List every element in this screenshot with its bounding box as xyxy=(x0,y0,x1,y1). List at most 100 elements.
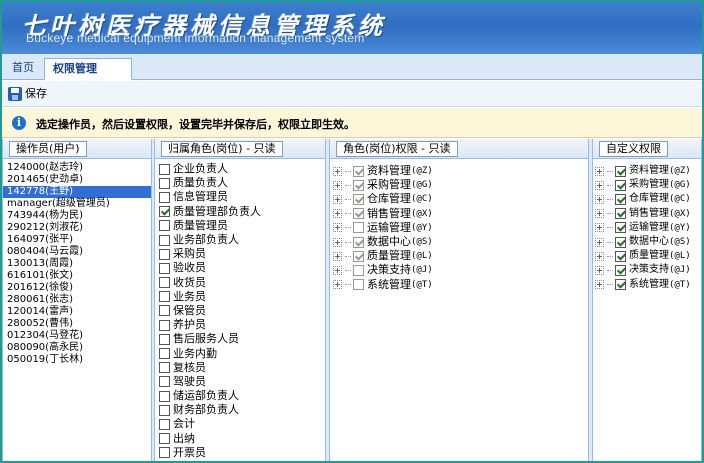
role-permission-node: 质量管理 (@L) xyxy=(330,249,588,263)
role-label: 质量负责人 xyxy=(173,176,228,190)
checked-checkbox-icon[interactable] xyxy=(615,193,626,205)
checked-checkbox-icon xyxy=(353,236,364,248)
operator-item[interactable]: 280061(张志) xyxy=(3,294,151,306)
expand-plus-icon[interactable] xyxy=(595,280,604,290)
tree-connector xyxy=(607,198,613,200)
tree-connector xyxy=(345,241,351,243)
expand-plus-icon[interactable] xyxy=(333,223,342,233)
operators-panel-header: 操作员(用户) xyxy=(3,139,151,159)
expand-plus-icon[interactable] xyxy=(595,166,604,176)
role-item: 售后服务人员 xyxy=(155,332,325,346)
checkbox-icon xyxy=(159,418,170,430)
expand-plus-icon[interactable] xyxy=(595,209,604,219)
tree-connector xyxy=(607,269,613,271)
operator-item[interactable]: 743944(杨为民) xyxy=(3,210,151,222)
role-item: 养护员 xyxy=(155,318,325,332)
role-label: 信息管理员 xyxy=(173,190,228,204)
expand-plus-icon[interactable] xyxy=(595,237,604,247)
role-label: 开票员 xyxy=(173,445,206,459)
expand-plus-icon[interactable] xyxy=(333,194,342,204)
custom-permission-node[interactable]: 数据中心 (@S) xyxy=(593,235,701,249)
custom-permission-node[interactable]: 质量管理 (@L) xyxy=(593,249,701,263)
checked-checkbox-icon[interactable] xyxy=(615,250,626,262)
expand-plus-icon[interactable] xyxy=(333,265,342,275)
custom-permissions-tree-container: 资料管理 (@Z) 采购管理 (@G) 仓库管理 (@C) 销售管理 (@X) 运输管理 (@Y)… xyxy=(593,160,701,461)
checked-checkbox-icon[interactable] xyxy=(615,279,626,291)
operator-item[interactable]: 050019(丁长林) xyxy=(3,354,151,366)
operator-item[interactable]: 290212(刘淑花) xyxy=(3,222,151,234)
expand-plus-icon[interactable] xyxy=(595,180,604,190)
permission-code: (@T) xyxy=(411,279,433,290)
expand-plus-icon[interactable] xyxy=(595,194,604,204)
permission-code: (@L) xyxy=(411,251,433,262)
permission-label: 质量管理 xyxy=(367,249,411,263)
expand-plus-icon[interactable] xyxy=(333,237,342,247)
role-permission-node: 采购管理 (@G) xyxy=(330,178,588,192)
operator-item[interactable]: 201612(徐俊) xyxy=(3,282,151,294)
tab-permission-management[interactable]: 权限管理 xyxy=(44,58,132,80)
operator-item[interactable]: 080404(马云霞) xyxy=(3,246,151,258)
custom-permission-node[interactable]: 仓库管理 (@C) xyxy=(593,192,701,206)
operator-item[interactable]: 080090(高永民) xyxy=(3,342,151,354)
role-label: 出纳 xyxy=(173,431,195,445)
permission-label: 系统管理 xyxy=(629,278,669,290)
save-button[interactable]: 保存 xyxy=(8,85,47,103)
expand-plus-icon[interactable] xyxy=(595,223,604,233)
operator-item[interactable]: 124000(赵志玲) xyxy=(3,162,151,174)
operator-item[interactable]: 142778(王野) xyxy=(3,186,151,198)
roles-panel-header: 归属角色(岗位) - 只读 xyxy=(155,139,325,159)
checked-checkbox-icon[interactable] xyxy=(615,179,626,191)
role-item: 收货员 xyxy=(155,276,325,290)
checked-checkbox-icon[interactable] xyxy=(615,165,626,177)
expand-plus-icon[interactable] xyxy=(333,166,342,176)
operator-item[interactable]: 201465(史劲卓) xyxy=(3,174,151,186)
operator-item[interactable]: 280052(曹伟) xyxy=(3,318,151,330)
custom-permission-node[interactable]: 资料管理 (@Z) xyxy=(593,164,701,178)
checked-checkbox-icon[interactable] xyxy=(615,236,626,248)
tree-connector xyxy=(607,227,613,229)
permission-label: 运输管理 xyxy=(367,220,411,234)
custom-permission-node[interactable]: 采购管理 (@G) xyxy=(593,178,701,192)
expand-plus-icon[interactable] xyxy=(333,251,342,261)
expand-plus-icon[interactable] xyxy=(333,180,342,190)
role-label: 质量管理部负责人 xyxy=(173,204,261,218)
operator-item[interactable]: 616101(张文) xyxy=(3,270,151,282)
checked-checkbox-icon[interactable] xyxy=(615,222,626,234)
expand-plus-icon[interactable] xyxy=(333,280,342,290)
role-label: 养护员 xyxy=(173,318,206,332)
toolbar: 保存 xyxy=(2,81,702,107)
permission-code: (@J) xyxy=(669,265,691,276)
tree-connector xyxy=(345,184,351,186)
custom-permission-node[interactable]: 销售管理 (@X) xyxy=(593,207,701,221)
expand-plus-icon[interactable] xyxy=(595,251,604,261)
checked-checkbox-icon[interactable] xyxy=(615,208,626,220)
custom-permission-node[interactable]: 系统管理 (@T) xyxy=(593,278,701,292)
role-item: 质量管理员 xyxy=(155,219,325,233)
checked-checkbox-icon[interactable] xyxy=(615,264,626,276)
role-label: 售后服务人员 xyxy=(173,332,239,346)
role-item: 采购员 xyxy=(155,247,325,261)
tree-connector xyxy=(345,269,351,271)
custom-permission-node[interactable]: 运输管理 (@Y) xyxy=(593,221,701,235)
role-item: 复核员 xyxy=(155,361,325,375)
operator-item[interactable]: 120014(雷声) xyxy=(3,306,151,318)
role-permission-node: 仓库管理 (@C) xyxy=(330,192,588,206)
roles-list-container: 企业负责人 质量负责人 信息管理员 质量管理部负责人 质量管理员 业务部负责人 采购员 验收员… xyxy=(155,160,325,461)
tree-connector xyxy=(345,198,351,200)
role-item: 会计 xyxy=(155,417,325,431)
operator-item[interactable]: 130013(周霞) xyxy=(3,258,151,270)
role-item: 出纳 xyxy=(155,432,325,446)
roles-panel: 归属角色(岗位) - 只读 企业负责人 质量负责人 信息管理员 质量管理部负责人 质量管… xyxy=(154,139,326,461)
tab-home[interactable]: 首页 xyxy=(4,58,42,80)
expand-plus-icon[interactable] xyxy=(333,209,342,219)
operator-item[interactable]: manager(超级管理员) xyxy=(3,198,151,210)
checkbox-icon xyxy=(159,348,170,360)
expand-plus-icon[interactable] xyxy=(595,265,604,275)
operator-item[interactable]: 012304(马登花) xyxy=(3,330,151,342)
operator-item[interactable]: 164097(张平) xyxy=(3,234,151,246)
checkbox-icon xyxy=(159,262,170,274)
info-icon: i xyxy=(12,116,26,130)
checkbox-icon xyxy=(159,191,170,203)
custom-permission-node[interactable]: 决策支持 (@J) xyxy=(593,263,701,277)
role-permission-node: 数据中心 (@S) xyxy=(330,235,588,249)
